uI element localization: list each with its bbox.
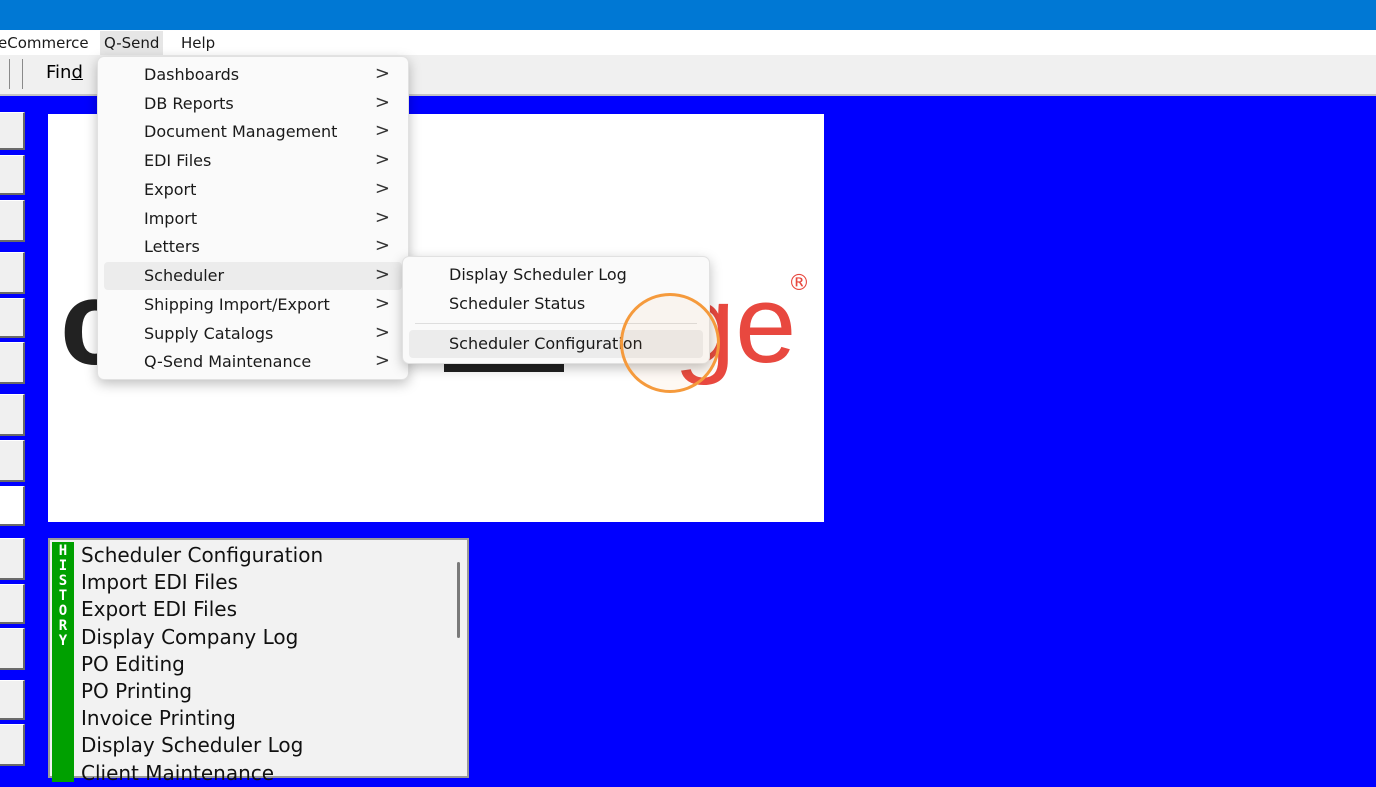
menu-item-import[interactable]: Import > [104,205,402,233]
history-item[interactable]: Display Company Log [81,624,323,651]
side-button[interactable] [0,486,25,526]
side-button[interactable] [0,252,25,294]
side-button[interactable] [0,394,25,436]
history-item[interactable]: Invoice Printing [81,705,323,732]
side-button[interactable] [0,538,25,580]
side-button[interactable] [0,680,25,720]
side-button[interactable] [0,155,25,195]
history-item[interactable]: Import EDI Files [81,569,323,596]
menu-ecommerce[interactable]: eCommerce [0,34,89,52]
history-list: Scheduler Configuration Import EDI Files… [81,542,323,787]
chevron-right-icon: > [374,293,390,314]
menu-item-q-send-maintenance[interactable]: Q-Send Maintenance > [104,348,402,376]
menu-help[interactable]: Help [181,34,215,52]
chevron-right-icon: > [374,322,390,343]
registered-mark: ® [788,271,810,296]
chevron-right-icon: > [374,120,390,141]
side-button[interactable] [0,724,25,766]
menu-item-dashboards[interactable]: Dashboards > [104,61,402,89]
side-button[interactable] [0,440,25,482]
chevron-right-icon: > [374,92,390,113]
menu-q-send[interactable]: Q-Send [100,31,164,55]
history-panel: H I S T O R Y Scheduler Configuration Im… [48,538,469,785]
history-item[interactable]: Export EDI Files [81,596,323,623]
history-item[interactable]: Display Scheduler Log [81,732,323,759]
history-item[interactable]: Client Maintenance [81,760,323,787]
chevron-right-icon: > [374,350,390,371]
side-button[interactable] [0,298,25,338]
menu-item-document-management[interactable]: Document Management > [104,118,402,146]
menu-item-edi-files[interactable]: EDI Files > [104,147,402,175]
logo-underline [444,364,564,372]
menu-item-scheduler[interactable]: Scheduler > [104,262,402,290]
click-indicator [620,293,720,393]
history-tab: H I S T O R Y [52,542,74,782]
menu-item-display-scheduler-log[interactable]: Display Scheduler Log [409,261,703,289]
chevron-right-icon: > [374,149,390,170]
toolbar-separator [22,59,23,89]
menu-item-supply-catalogs[interactable]: Supply Catalogs > [104,320,402,348]
chevron-right-icon: > [374,63,390,84]
history-item[interactable]: Scheduler Configuration [81,542,323,569]
history-item[interactable]: PO Printing [81,678,323,705]
find-button[interactable]: Find [46,62,83,83]
toolbar-separator [9,59,10,89]
side-button[interactable] [0,342,25,384]
side-button[interactable] [0,200,25,242]
menu-item-db-reports[interactable]: DB Reports > [104,90,402,118]
chevron-right-icon: > [374,235,390,256]
history-scrollbar[interactable] [457,562,460,638]
chevron-right-icon: > [374,264,390,285]
menu-item-export[interactable]: Export > [104,176,402,204]
side-button[interactable] [0,628,25,670]
chevron-right-icon: > [374,207,390,228]
window-titlebar [0,0,1376,30]
menu-item-letters[interactable]: Letters > [104,233,402,261]
side-button[interactable] [0,584,25,624]
menu-bar: eCommerce Q-Send Help [0,30,1376,55]
side-button[interactable] [0,112,25,150]
menu-item-shipping-import-export[interactable]: Shipping Import/Export > [104,291,402,319]
q-send-menu: Dashboards > DB Reports > Document Managem… [97,56,409,380]
history-item[interactable]: PO Editing [81,651,323,678]
chevron-right-icon: > [374,178,390,199]
